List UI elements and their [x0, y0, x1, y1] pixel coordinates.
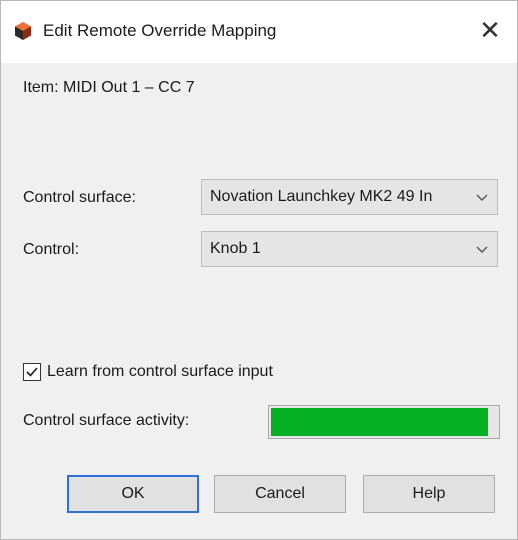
control-value: Knob 1 — [210, 240, 261, 257]
chevron-down-icon — [476, 194, 488, 201]
checkmark-icon — [26, 367, 38, 377]
control-surface-dropdown[interactable]: Novation Launchkey MK2 49 In — [201, 179, 498, 215]
window-title: Edit Remote Override Mapping — [43, 21, 277, 40]
learn-checkbox[interactable] — [23, 363, 41, 381]
close-icon: ✕ — [479, 14, 501, 45]
activity-meter-fill — [271, 408, 488, 436]
control-dropdown[interactable]: Knob 1 — [201, 231, 498, 267]
control-surface-value: Novation Launchkey MK2 49 In — [210, 188, 433, 205]
control-surface-label: Control surface: — [23, 189, 136, 206]
control-label: Control: — [23, 241, 80, 258]
learn-checkbox-label: Learn from control surface input — [47, 363, 273, 380]
item-label: Item: MIDI Out 1 – CC 7 — [23, 79, 195, 96]
app-icon — [13, 21, 33, 41]
edit-remote-override-dialog: Edit Remote Override Mapping ✕ Item: MID… — [0, 0, 518, 540]
help-button[interactable]: Help — [363, 475, 495, 513]
activity-label: Control surface activity: — [23, 412, 190, 429]
chevron-down-icon — [476, 246, 488, 253]
close-button[interactable]: ✕ — [473, 13, 507, 47]
learn-checkbox-row[interactable]: Learn from control surface input — [23, 361, 273, 383]
activity-meter — [268, 405, 500, 439]
cancel-button[interactable]: Cancel — [214, 475, 346, 513]
ok-button[interactable]: OK — [67, 475, 199, 513]
title-bar: Edit Remote Override Mapping ✕ — [1, 1, 517, 63]
